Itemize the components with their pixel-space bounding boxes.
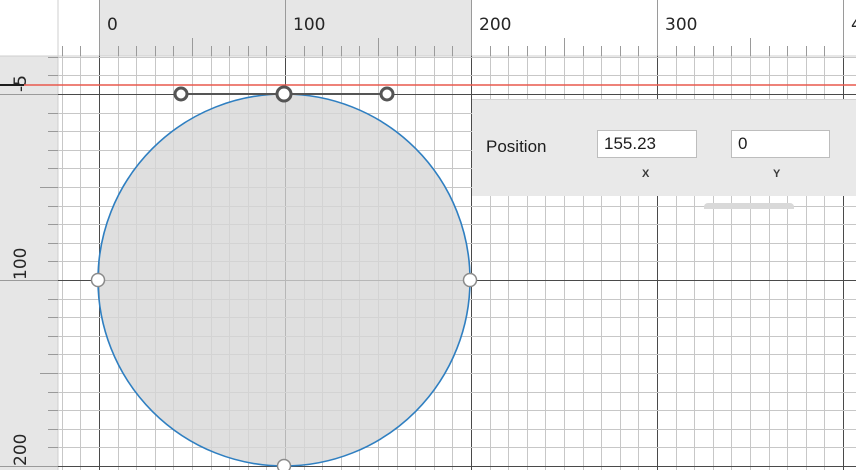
- left-ruler-label-100: 100: [11, 248, 31, 280]
- anchor-point-bottom[interactable]: [276, 458, 292, 470]
- anchor-point-left[interactable]: [90, 272, 106, 288]
- panel-tab-handle[interactable]: [704, 203, 794, 209]
- circle-shape[interactable]: [97, 93, 471, 467]
- control-handle-right[interactable]: [379, 86, 395, 102]
- control-handle-left[interactable]: [173, 86, 189, 102]
- top-ruler-label-400: 4: [851, 15, 856, 35]
- x-position-field[interactable]: [597, 130, 697, 158]
- anchor-point-right[interactable]: [462, 272, 478, 288]
- top-ruler-label-100: 100: [293, 15, 325, 35]
- left-ruler-label-minus5: -5: [11, 75, 31, 92]
- top-ruler-label-200: 200: [479, 15, 511, 35]
- position-label: Position: [486, 137, 547, 156]
- left-ruler-label-200: 200: [11, 434, 31, 466]
- y-caption: Y: [773, 168, 781, 180]
- top-ruler-label-0: 0: [107, 15, 118, 35]
- top-ruler-label-300: 300: [665, 15, 697, 35]
- position-inspector-panel: Position X Y: [472, 99, 856, 196]
- control-point-top[interactable]: [275, 85, 293, 103]
- x-caption: X: [642, 168, 650, 180]
- y-position-field[interactable]: [731, 130, 830, 158]
